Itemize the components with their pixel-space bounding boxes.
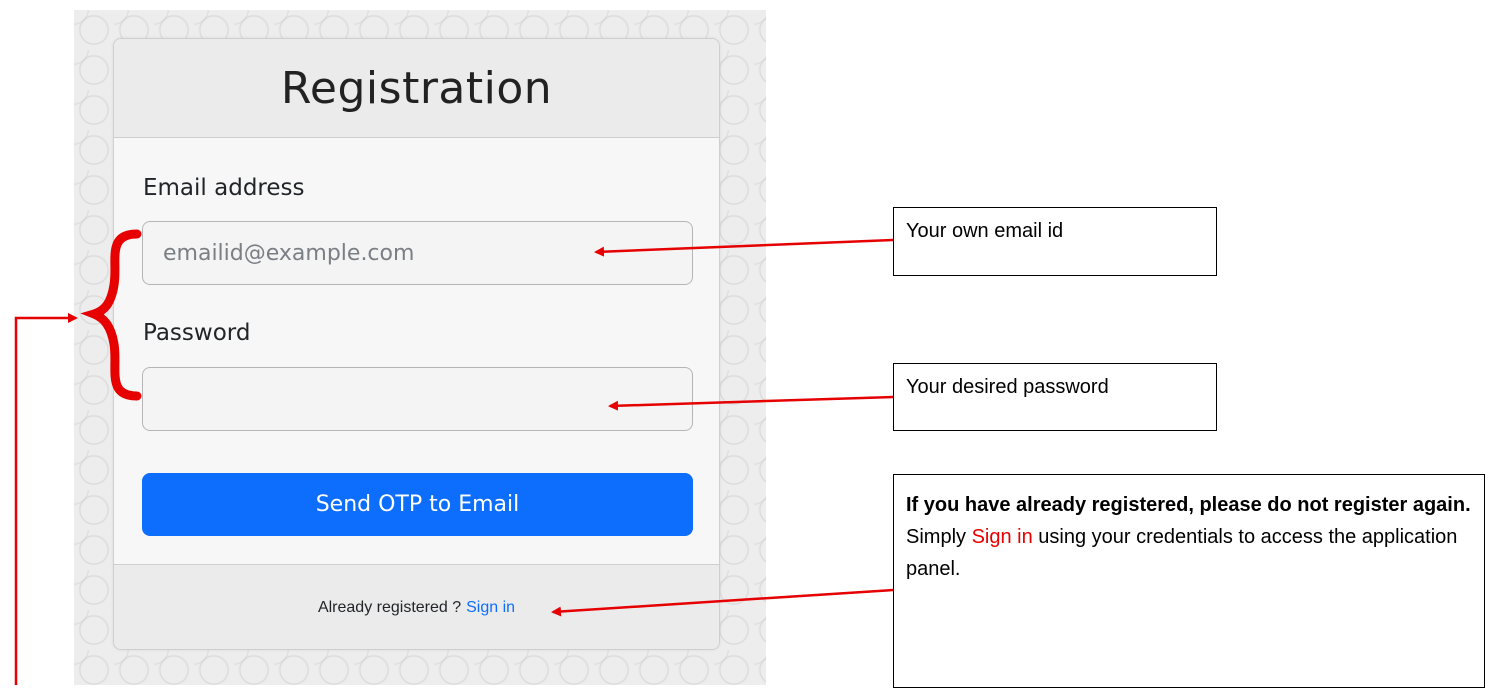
registered-instruction-text: Simply Sign in using your credentials to… [906, 521, 1472, 585]
instruction-sign-in-highlight: Sign in [971, 526, 1033, 548]
email-annotation-box: Your own email id [893, 207, 1217, 276]
email-field[interactable] [142, 221, 693, 285]
email-annotation-text: Your own email id [906, 220, 1064, 242]
password-annotation-text: Your desired password [906, 376, 1109, 398]
bracket-arrow [14, 313, 78, 685]
password-field[interactable] [142, 367, 693, 431]
send-otp-button[interactable]: Send OTP to Email [142, 473, 693, 536]
registered-warning-text: If you have already registered, please d… [906, 494, 1471, 516]
page-title: Registration [280, 62, 553, 114]
sign-in-link[interactable]: Sign in [466, 599, 515, 617]
registration-card: Registration Email address Password Send… [113, 38, 720, 650]
footer-text: Already registered ? [317, 599, 462, 616]
registered-annotation-box: If you have already registered, please d… [893, 474, 1485, 688]
card-footer: Already registered ? Sign in [114, 564, 719, 649]
password-annotation-box: Your desired password [893, 363, 1217, 431]
email-label: Email address [143, 175, 305, 201]
password-label: Password [143, 320, 251, 346]
card-header: Registration [114, 39, 719, 138]
instruction-prefix: Simply [906, 526, 967, 548]
